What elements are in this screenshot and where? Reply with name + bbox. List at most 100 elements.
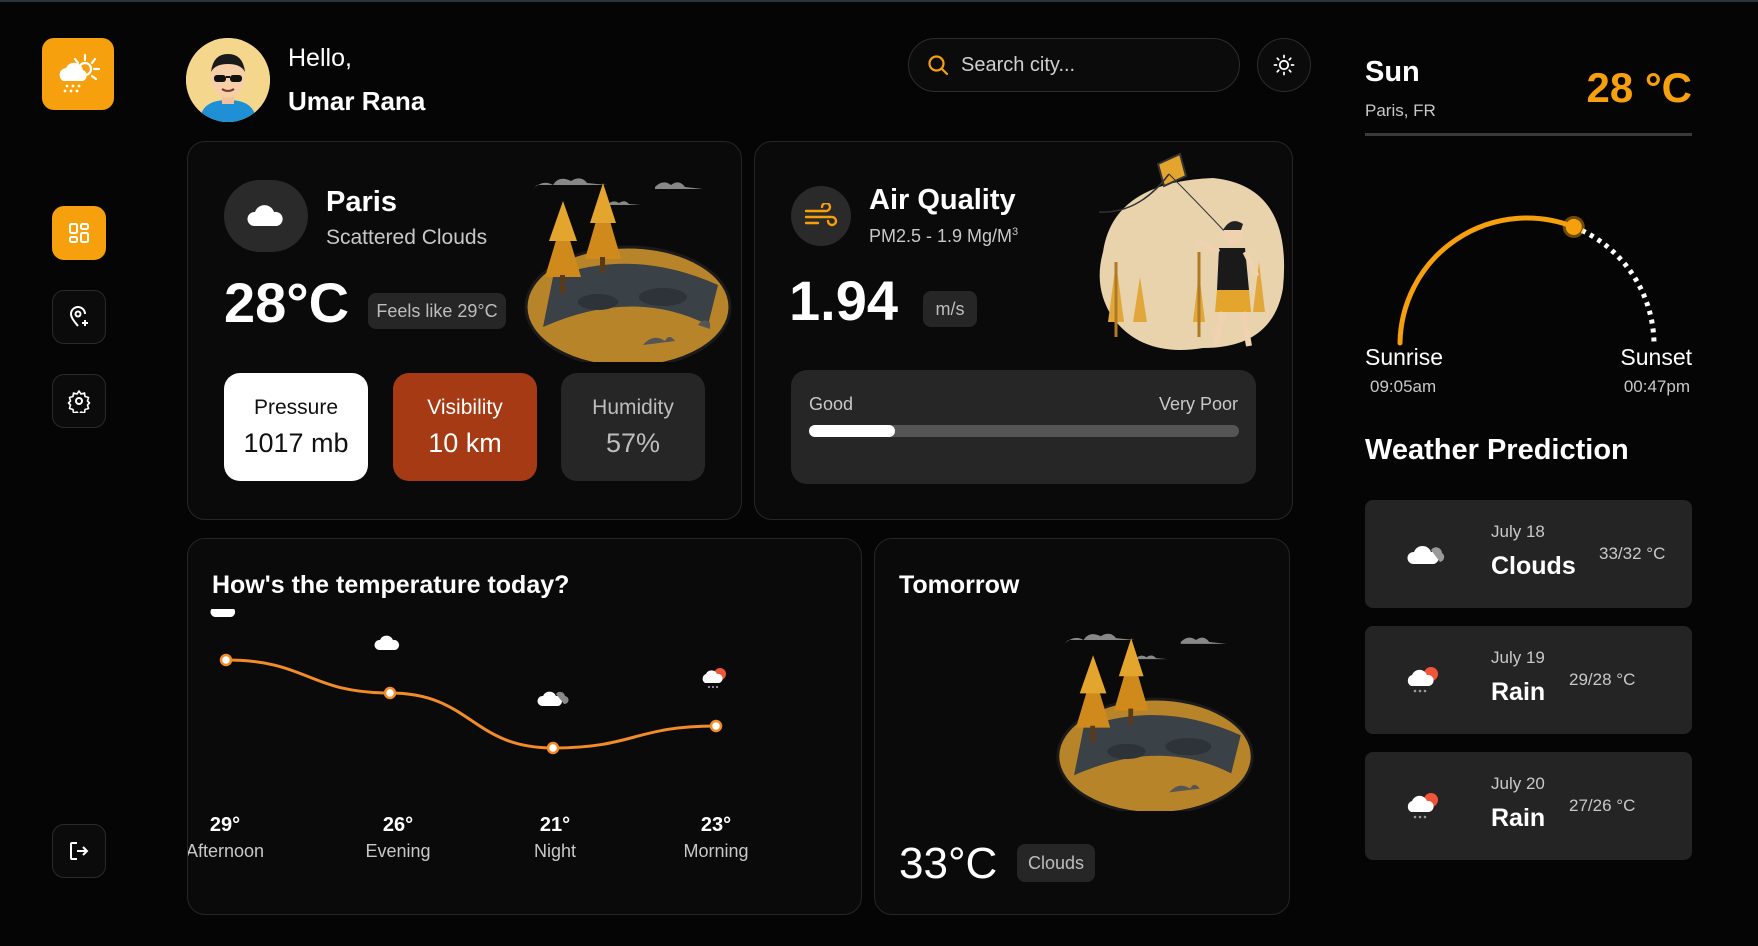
- sunset-label: Sunset: [1620, 344, 1692, 370]
- app-logo[interactable]: [42, 38, 114, 110]
- temperature-point: [709, 719, 723, 733]
- sunrise-label: Sunrise: [1365, 344, 1443, 370]
- top-border: [0, 0, 1758, 2]
- settings-nav-button[interactable]: [52, 374, 106, 428]
- sun-path-remaining: [1572, 224, 1657, 344]
- pressure-label: Pressure: [253, 395, 339, 419]
- sun-rain-cloud-icon: [59, 53, 101, 93]
- city-name: Paris: [326, 186, 397, 218]
- pressure-stat: Pressure 1017 mb: [224, 373, 368, 481]
- time-of-day-label: Evening: [365, 841, 430, 861]
- humidity-label: Humidity: [592, 395, 674, 419]
- prediction-range: 29/28 °C: [1569, 670, 1636, 689]
- avatar-image: [186, 38, 270, 122]
- autumn-landscape-illustration: [1056, 633, 1254, 811]
- wind-icon: [804, 203, 838, 227]
- temperature-value-label: 21°: [540, 814, 570, 836]
- dashboard-grid-icon: [69, 223, 89, 243]
- condition-text: Scattered Clouds: [326, 226, 488, 249]
- pm-unit-superscript: 3: [1012, 226, 1019, 238]
- pressure-value: 1017 mb: [243, 427, 349, 458]
- current-location: Paris, FR: [1365, 101, 1436, 120]
- cloud-icon: [1407, 545, 1445, 564]
- sun-icon: [1273, 54, 1295, 76]
- scale-high-label: Very Poor: [1158, 394, 1238, 414]
- prediction-date: July 18: [1491, 522, 1545, 541]
- prediction-condition: Clouds: [1491, 552, 1576, 580]
- current-temperature: 28°C: [224, 271, 350, 334]
- temperature-value-label: 26°: [383, 814, 413, 836]
- dashboard-nav-button[interactable]: [52, 206, 106, 260]
- search-input[interactable]: [959, 52, 1213, 78]
- air-quality-bar-track: [809, 425, 1239, 437]
- visibility-value: 10 km: [428, 427, 502, 458]
- greeting-text: Hello,: [288, 44, 352, 72]
- prediction-condition: Rain: [1491, 678, 1546, 706]
- temperature-value-label: 29°: [210, 814, 240, 836]
- sun-path-arc: [1397, 215, 1657, 346]
- air-quality-title: Air Quality: [869, 184, 1016, 216]
- search-icon: [928, 55, 949, 76]
- prediction-date: July 20: [1491, 774, 1545, 793]
- temperature-point: [219, 653, 233, 667]
- user-name: Umar Rana: [288, 86, 426, 116]
- air-quality-bar-fill: [809, 425, 895, 437]
- tomorrow-condition-badge: Clouds: [1017, 844, 1095, 882]
- air-quality-value: 1.94: [789, 269, 898, 332]
- right-panel-temperature: 28 °C: [1586, 64, 1692, 111]
- prediction-card[interactable]: July 19 Rain 29/28 °C: [1365, 626, 1692, 734]
- sun-rain-icon: [1407, 793, 1438, 819]
- current-day: Sun: [1365, 56, 1420, 88]
- autumn-landscape-illustration: [524, 178, 732, 362]
- cloud-icon: [374, 635, 400, 650]
- feels-like-badge: Feels like 29°C: [368, 293, 506, 329]
- temperature-value-label: 23°: [701, 814, 731, 836]
- air-quality-scale: Good Very Poor: [791, 370, 1256, 484]
- temperature-today-card: How's the temperature today? 29° Afternoo…: [187, 538, 862, 915]
- air-quality-unit: m/s: [923, 291, 977, 327]
- sun-path-elapsed: [1397, 215, 1577, 346]
- user-avatar[interactable]: [186, 38, 270, 122]
- tomorrow-title: Tomorrow: [899, 571, 1020, 599]
- tomorrow-card: Tomorrow 33°C Clouds: [874, 538, 1290, 915]
- logout-icon: [70, 842, 89, 860]
- temperature-series-line: [225, 658, 717, 750]
- humidity-stat: Humidity 57%: [561, 373, 705, 481]
- city-search-box[interactable]: [908, 38, 1240, 92]
- pm-reading: PM2.5 - 1.9 Mg/M3: [869, 226, 1018, 247]
- sun-position-icon: [1562, 215, 1585, 238]
- logout-button[interactable]: [52, 824, 106, 878]
- add-location-nav-button[interactable]: [52, 290, 106, 344]
- condition-icon-circle: [224, 180, 308, 252]
- time-of-day-label: Night: [534, 841, 576, 861]
- visibility-label: Visibility: [427, 395, 503, 419]
- sun-rain-icon: [702, 668, 726, 689]
- temperature-point: [383, 686, 397, 700]
- prediction-range: 27/26 °C: [1569, 796, 1636, 815]
- cloud-icon: [210, 609, 236, 617]
- temperature-today-title: How's the temperature today?: [212, 571, 570, 599]
- weather-prediction-title: Weather Prediction: [1365, 434, 1629, 466]
- prediction-card[interactable]: July 20 Rain 27/26 °C: [1365, 752, 1692, 860]
- theme-toggle-button[interactable]: [1257, 38, 1311, 92]
- current-weather-card: Paris Scattered Clouds 28°C Feels like 2…: [187, 141, 742, 520]
- gear-icon: [67, 390, 91, 413]
- pm-reading-text: PM2.5 - 1.9 Mg/M: [869, 226, 1013, 246]
- right-panel-divider: [1365, 133, 1692, 136]
- time-of-day-label: Morning: [683, 841, 748, 861]
- humidity-value: 57%: [605, 427, 661, 458]
- visibility-stat: Visibility 10 km: [393, 373, 537, 481]
- tomorrow-temperature: 33°C: [899, 839, 998, 888]
- prediction-date: July 19: [1491, 648, 1545, 667]
- prediction-card[interactable]: July 18 Clouds 33/32 °C: [1365, 500, 1692, 608]
- cloud-icon: [247, 205, 283, 226]
- prediction-range: 33/32 °C: [1599, 544, 1666, 563]
- time-of-day-label: Afternoon: [188, 841, 264, 861]
- temperature-line-chart: 29° Afternoon 26° Evening 21° Night 23° Morning: [188, 609, 749, 861]
- temperature-point: [546, 741, 560, 755]
- sunset-time: 00:47pm: [1623, 377, 1690, 396]
- scale-low-label: Good: [809, 394, 854, 414]
- location-pin-plus-icon: [69, 306, 88, 327]
- kite-boy-illustration: [1098, 152, 1285, 350]
- prediction-condition: Rain: [1491, 804, 1546, 832]
